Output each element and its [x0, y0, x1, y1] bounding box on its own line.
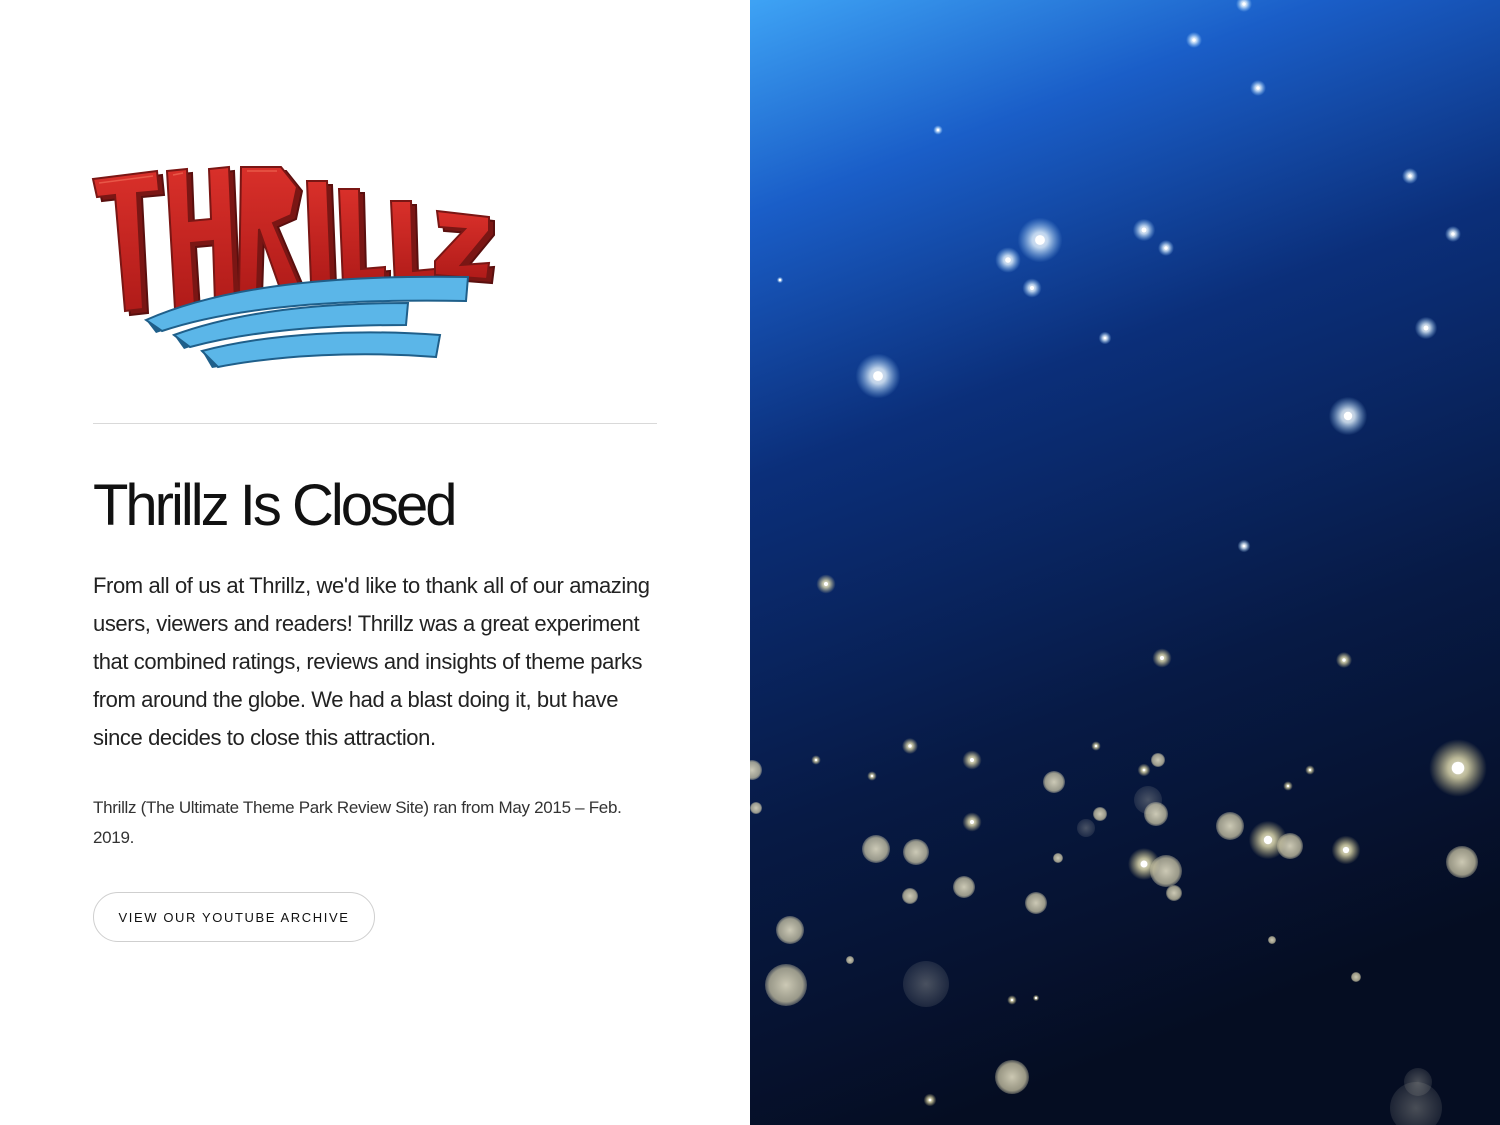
star-core [1263, 835, 1273, 845]
star-core [1242, 2, 1246, 6]
star-core [823, 581, 829, 587]
content-panel: Thrillz Is Closed From all of us at Thri… [0, 0, 750, 1125]
star-core [1308, 768, 1312, 772]
bokeh-light [1268, 936, 1276, 944]
star-core [1140, 860, 1148, 868]
night-sky-image [750, 0, 1500, 1125]
bokeh-light [1446, 846, 1478, 878]
bokeh-light [1093, 807, 1107, 821]
bokeh-light [1351, 972, 1361, 982]
star-core [1142, 768, 1146, 772]
star-core [778, 278, 782, 282]
bokeh-light [1151, 753, 1165, 767]
youtube-archive-button[interactable]: VIEW OUR YOUTUBE ARCHIVE [93, 892, 375, 942]
star-core [928, 1098, 932, 1102]
star-core [1451, 232, 1455, 236]
run-dates-note: Thrillz (The Ultimate Theme Park Review … [93, 798, 622, 847]
bokeh-light [1077, 819, 1095, 837]
star-core [1256, 86, 1260, 90]
page-title: Thrillz Is Closed [93, 473, 458, 538]
bokeh-light [776, 916, 804, 944]
star-core [1408, 174, 1412, 178]
page: Thrillz Is Closed From all of us at Thri… [0, 0, 1500, 1125]
star-core [1343, 411, 1353, 421]
star-core [1035, 235, 1045, 245]
bokeh-light [1053, 853, 1063, 863]
star-core [969, 819, 975, 825]
thrillz-logo-graphic [91, 165, 496, 369]
bokeh-light [1166, 885, 1182, 901]
star-core [1029, 285, 1035, 291]
star-core [908, 744, 912, 748]
star-core [1286, 784, 1290, 788]
star-core [873, 371, 883, 381]
bokeh-light [765, 964, 807, 1006]
star-core [870, 774, 874, 778]
star-core [1010, 998, 1014, 1002]
bokeh-light [903, 961, 949, 1007]
bokeh-light [995, 1060, 1029, 1094]
sky-background [750, 0, 1500, 1125]
night-sky-graphic [750, 0, 1500, 1125]
bokeh-light [1043, 771, 1065, 793]
bokeh-light [862, 835, 890, 863]
thrillz-logo[interactable] [90, 165, 500, 375]
bokeh-light [846, 956, 854, 964]
bokeh-light [1025, 892, 1047, 914]
star-core [1242, 544, 1246, 548]
closing-message: From all of us at Thrillz, we'd like to … [93, 573, 650, 750]
bokeh-light [750, 802, 762, 814]
star-core [1159, 655, 1165, 661]
star-core [1451, 761, 1465, 775]
star-core [1034, 996, 1038, 1000]
star-core [1192, 38, 1196, 42]
star-core [1164, 246, 1168, 250]
bokeh-light [1404, 1068, 1432, 1096]
bokeh-light [953, 876, 975, 898]
star-core [1005, 257, 1011, 263]
bokeh-light [1150, 855, 1182, 887]
bokeh-light [1134, 786, 1162, 814]
star-core [969, 757, 975, 763]
star-core [936, 128, 940, 132]
star-core [1103, 336, 1107, 340]
star-core [1141, 227, 1147, 233]
divider [93, 423, 657, 424]
bokeh-light [1216, 812, 1244, 840]
star-core [1342, 658, 1346, 662]
star-core [1423, 325, 1429, 331]
star-core [814, 758, 818, 762]
bokeh-light [903, 839, 929, 865]
star-core [1342, 846, 1350, 854]
bokeh-light [1277, 833, 1303, 859]
bokeh-light [902, 888, 918, 904]
star-core [1094, 744, 1098, 748]
